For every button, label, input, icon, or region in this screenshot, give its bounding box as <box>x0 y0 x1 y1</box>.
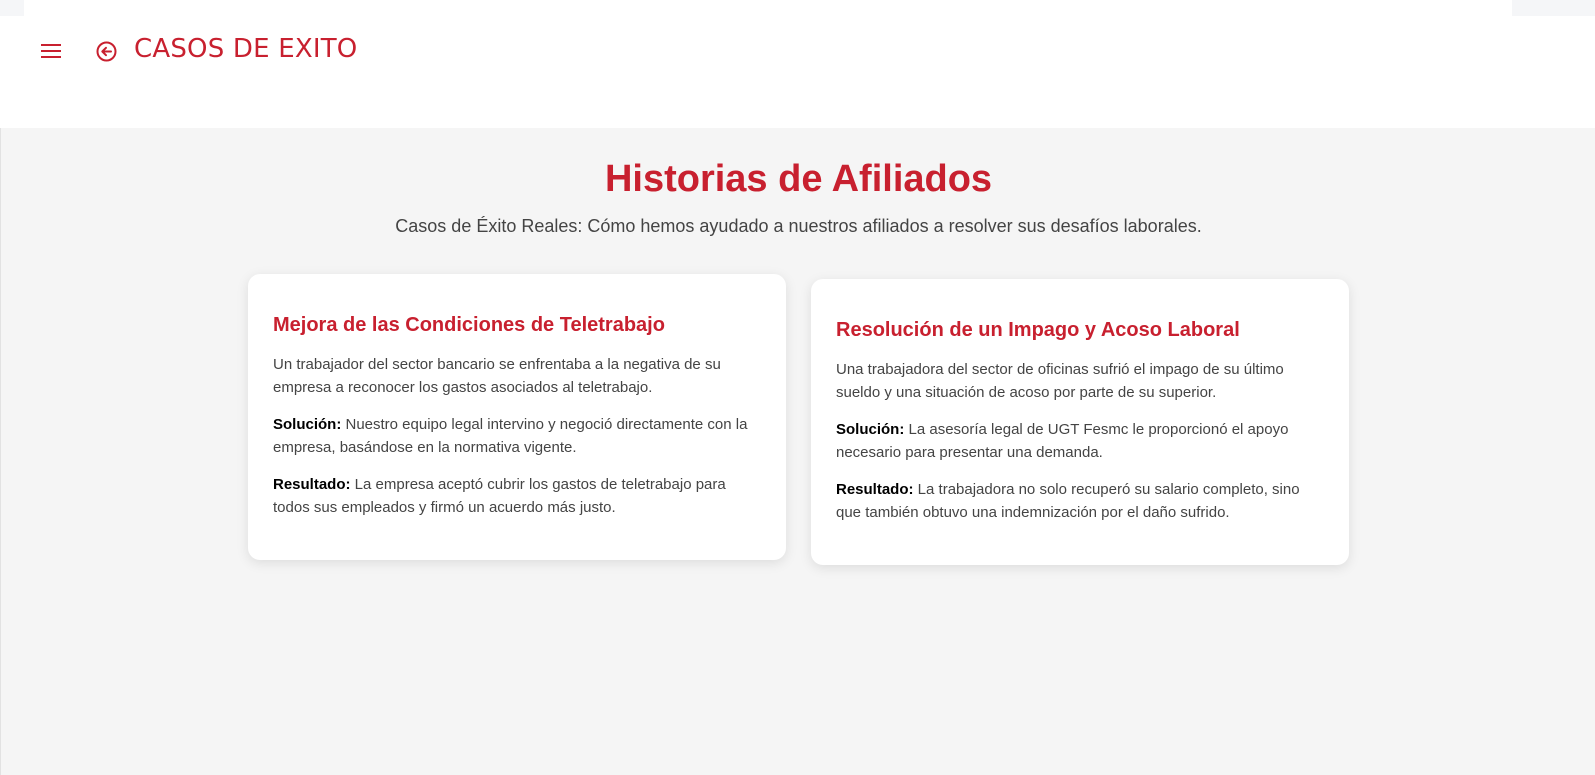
back-arrow-icon[interactable] <box>96 41 117 62</box>
top-strip-panel <box>24 0 1512 16</box>
solution-text: Nuestro equipo legal intervino y negoció… <box>273 416 748 456</box>
hamburger-menu-icon[interactable] <box>41 43 61 59</box>
page-subtitle: Casos de Éxito Reales: Cómo hemos ayudad… <box>395 216 1202 236</box>
result-label: Resultado: <box>836 481 914 498</box>
solution-text: La asesoría legal de UGT Fesmc le propor… <box>836 421 1289 461</box>
success-story-card: Resolución de un Impago y Acoso Laboral … <box>811 279 1349 565</box>
result-label: Resultado: <box>273 476 351 493</box>
solution-label: Solución: <box>273 416 342 433</box>
card-title: Mejora de las Condiciones de Teletrabajo <box>273 314 665 336</box>
app-header: CASOS DE EXITO <box>0 16 1595 128</box>
card-title: Resolución de un Impago y Acoso Laboral <box>836 319 1240 341</box>
card-solution: Solución: La asesoría legal de UGT Fesmc… <box>836 418 1324 464</box>
card-result: Resultado: La trabajadora no solo recupe… <box>836 478 1324 524</box>
card-result: Resultado: La empresa aceptó cubrir los … <box>273 473 761 519</box>
header-title: CASOS DE EXITO <box>134 34 358 64</box>
top-strip <box>0 0 1595 16</box>
card-solution: Solución: Nuestro equipo legal intervino… <box>273 413 761 459</box>
card-description: Un trabajador del sector bancario se enf… <box>273 356 721 396</box>
main-content: Historias de Afiliados Casos de Éxito Re… <box>0 128 1595 775</box>
page-title: Historias de Afiliados <box>604 158 993 200</box>
card-description: Una trabajadora del sector de oficinas s… <box>836 361 1284 401</box>
success-story-card: Mejora de las Condiciones de Teletrabajo… <box>248 274 786 560</box>
solution-label: Solución: <box>836 421 905 438</box>
